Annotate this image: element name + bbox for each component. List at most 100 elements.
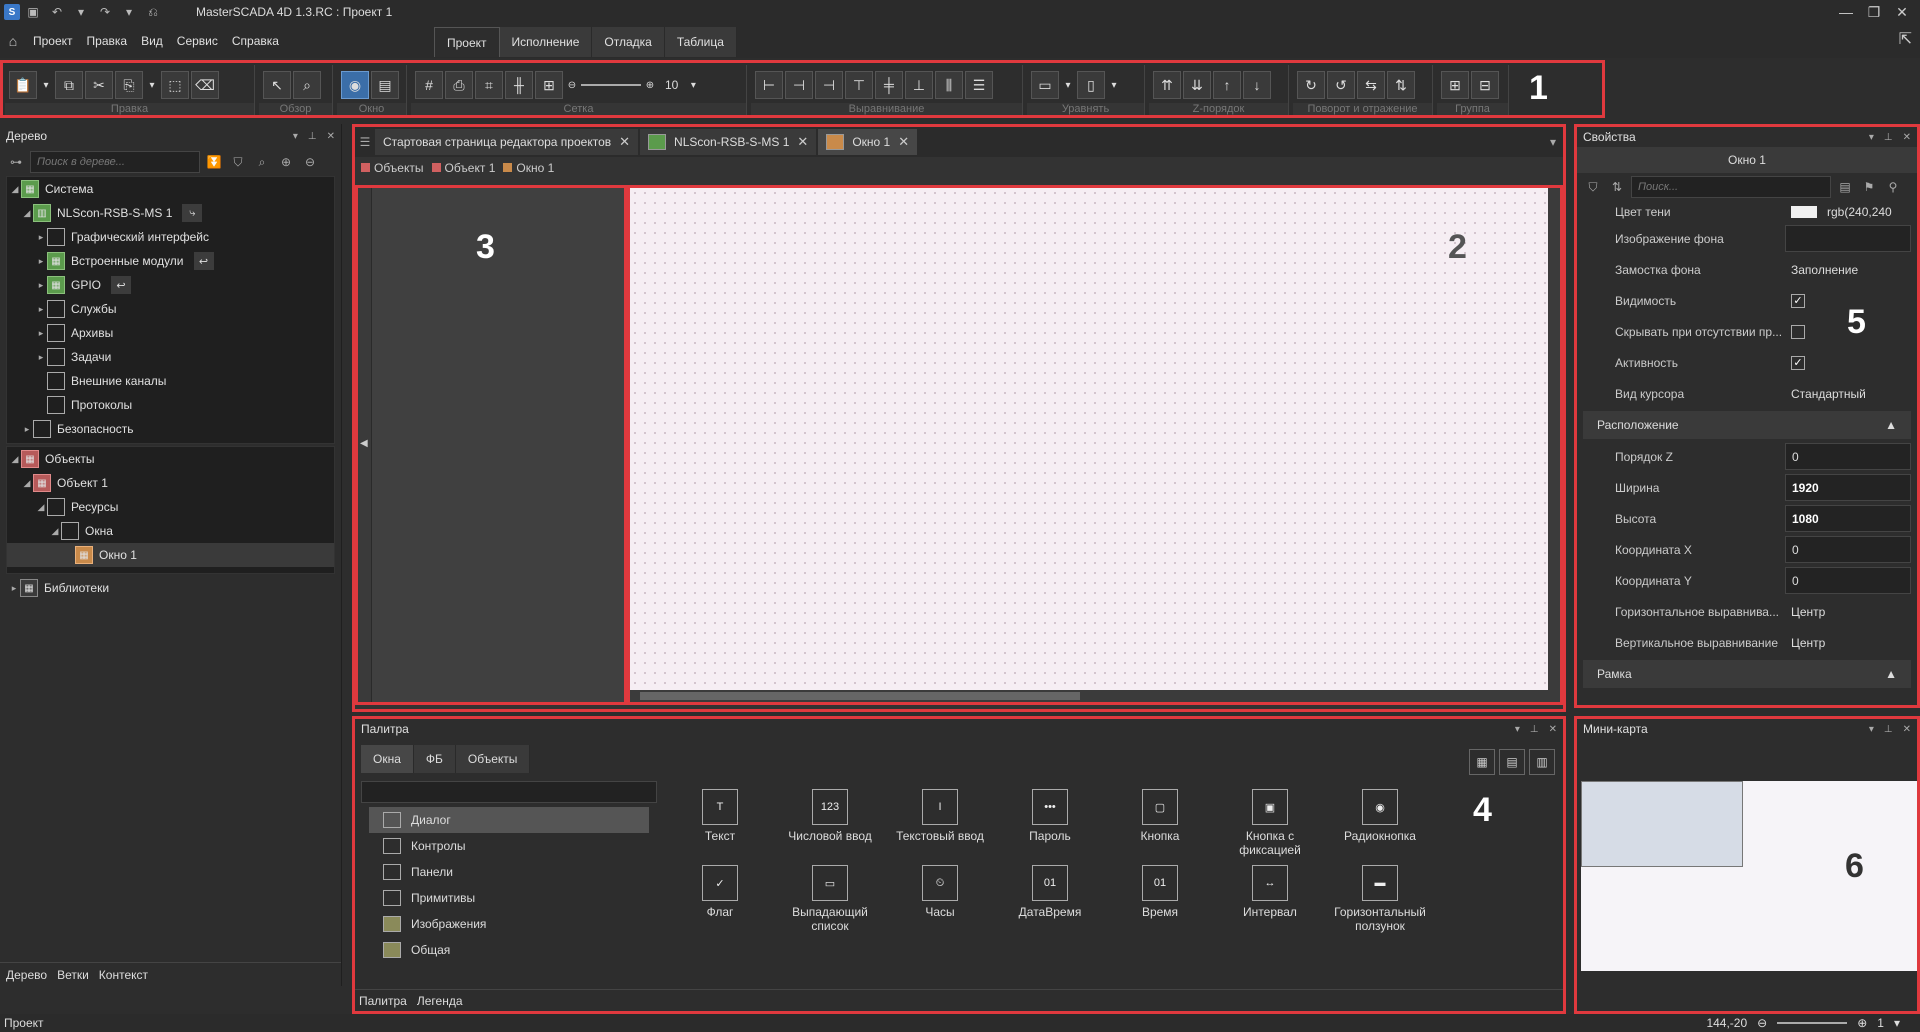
window-frame-icon[interactable]: ▤ [371, 71, 399, 99]
tree-node[interactable]: ◢ ▦ Объекты [7, 447, 334, 471]
filter-down-icon[interactable]: ⏬ [204, 152, 224, 172]
align-middle-icon[interactable]: ╪ [875, 71, 903, 99]
close-icon[interactable]: ✕ [1903, 132, 1911, 143]
bg-fill-value[interactable]: Заполнение [1785, 256, 1911, 283]
menu-help[interactable]: Справка [225, 34, 286, 48]
group-icon[interactable]: ⊞ [1441, 71, 1469, 99]
zoom-icon[interactable]: ⌕ [293, 71, 321, 99]
eye-icon[interactable]: ◉ [341, 71, 369, 99]
minimap-canvas[interactable]: 6 [1581, 781, 1917, 971]
tree-node[interactable]: Протоколы [7, 393, 334, 417]
crumb-object[interactable]: Объект 1 [431, 161, 495, 175]
save-icon[interactable]: ▣ [22, 2, 44, 22]
tree-search-input[interactable]: Поиск в дереве... [30, 151, 200, 173]
chevron-down-icon[interactable]: ▾ [145, 71, 159, 99]
list-item[interactable]: Примитивы [369, 885, 649, 911]
tab-legend[interactable]: Легенда [417, 994, 463, 1008]
tab-project[interactable]: Проект [434, 27, 500, 57]
zoom-in-icon[interactable]: ⊕ [643, 71, 657, 99]
palette-item-radio[interactable]: ◉ Радиокнопка [1325, 789, 1435, 857]
close-icon[interactable]: ✕ [1888, 0, 1916, 24]
tree-node[interactable]: ▸ Безопасность [7, 417, 334, 441]
tree-node[interactable]: ▸ ▦ Встроенные модули ↩ [7, 249, 334, 273]
align-center-icon[interactable]: ⊣ [785, 71, 813, 99]
same-height-icon[interactable]: ▭ [1031, 71, 1059, 99]
chevron-down-icon[interactable]: ▾ [1061, 71, 1075, 99]
tab-windows[interactable]: Окна [361, 745, 414, 773]
width-field[interactable]: 1920 [1785, 474, 1911, 501]
hide-checkbox[interactable] [1791, 324, 1805, 339]
grid-size-slider[interactable] [581, 84, 641, 86]
palette-item-datetime[interactable]: 01 ДатаВремя [995, 865, 1105, 933]
grid-lines-icon[interactable]: ╫ [505, 71, 533, 99]
tab-table[interactable]: Таблица [665, 27, 737, 57]
palette-item-clock[interactable]: ⏲ Часы [885, 865, 995, 933]
chevron-down-icon[interactable]: ▾ [686, 71, 700, 99]
design-canvas[interactable]: 2 [627, 185, 1563, 705]
menu-view[interactable]: Вид [134, 34, 170, 48]
tab-execution[interactable]: Исполнение [500, 27, 593, 57]
menu-project[interactable]: Проект [26, 34, 80, 48]
palette-item-flag[interactable]: ✓ Флаг [665, 865, 775, 933]
pin-icon[interactable]: ⊥ [308, 131, 317, 142]
rotate-icon[interactable]: ↻ [1297, 71, 1325, 99]
tree-node[interactable]: Внешние каналы [7, 369, 334, 393]
ungroup-icon[interactable]: ⊟ [1471, 71, 1499, 99]
v-align-value[interactable]: Центр [1785, 629, 1911, 656]
filter-icon[interactable]: ⛉ [1583, 177, 1603, 197]
chevron-down-icon[interactable]: ▾ [118, 2, 140, 22]
close-icon[interactable]: ✕ [898, 134, 909, 150]
chevron-down-icon[interactable]: ▾ [1515, 724, 1520, 735]
table-view-icon[interactable]: ▤ [1499, 749, 1525, 775]
pin-icon[interactable]: ⊥ [1884, 724, 1893, 735]
pin-icon[interactable]: ⊥ [1884, 132, 1893, 143]
grid-print-icon[interactable]: ⎙ [445, 71, 473, 99]
list-item[interactable]: Изображения [369, 911, 649, 937]
vertical-scrollbar[interactable] [1548, 188, 1560, 702]
tab-objects[interactable]: Объекты [455, 745, 531, 773]
tab-list-icon[interactable]: ☰ [355, 132, 375, 152]
tree-node-selected[interactable]: ▦ Окно 1 [7, 543, 334, 567]
h-align-value[interactable]: Центр [1785, 598, 1911, 625]
collapse-icon[interactable]: ▲ [1885, 667, 1897, 681]
x-field[interactable]: 0 [1785, 536, 1911, 563]
collapse-icon[interactable]: ▲ [1885, 418, 1897, 432]
flag-icon[interactable]: ⚑ [1859, 177, 1879, 197]
list-item[interactable]: Панели [369, 859, 649, 885]
tab-debug[interactable]: Отладка [592, 27, 665, 57]
zoom-in-icon[interactable]: ⊕ [1857, 1016, 1867, 1030]
distribute-h-icon[interactable]: ⫼ [935, 71, 963, 99]
tab-window[interactable]: Окно 1 ✕ [818, 129, 918, 155]
list-icon[interactable]: ▤ [1835, 177, 1855, 197]
bring-front-icon[interactable]: ⇈ [1153, 71, 1181, 99]
zoom-slider[interactable] [1777, 1022, 1848, 1024]
tab-context[interactable]: Контекст [99, 968, 148, 982]
minimap-viewport[interactable] [1581, 781, 1743, 867]
section-location[interactable]: Расположение ▲ [1583, 411, 1911, 439]
pointer-icon[interactable]: ↖ [263, 71, 291, 99]
palette-item-time[interactable]: 01 Время [1105, 865, 1215, 933]
tabs-dropdown-icon[interactable]: ▾ [1543, 132, 1563, 152]
align-right-icon[interactable]: ⊣ [815, 71, 843, 99]
tree-node[interactable]: ▸ Службы [7, 297, 334, 321]
redo-icon[interactable]: ↷ [94, 2, 116, 22]
grid-view-icon[interactable]: ▦ [1469, 749, 1495, 775]
sort-icon[interactable]: ⇅ [1607, 177, 1627, 197]
pin-icon[interactable]: ⊥ [1530, 724, 1539, 735]
zoom-out-icon[interactable]: ⊖ [1757, 1016, 1767, 1030]
collapse-arrow-icon[interactable]: ◀ [360, 438, 368, 449]
tab-start-page[interactable]: Стартовая страница редактора проектов ✕ [375, 129, 639, 155]
close-icon[interactable]: ✕ [327, 131, 335, 142]
column-view-icon[interactable]: ▥ [1529, 749, 1555, 775]
palette-item-button[interactable]: ▢ Кнопка [1105, 789, 1215, 857]
palette-item-password[interactable]: ••• Пароль [995, 789, 1105, 857]
flip-h-icon[interactable]: ⇆ [1357, 71, 1385, 99]
undo-icon[interactable]: ↶ [46, 2, 68, 22]
chevron-down-icon[interactable]: ▾ [1869, 724, 1874, 735]
tree-node[interactable]: ▸ Архивы [7, 321, 334, 345]
palette-item-hslider[interactable]: ▬ Горизонтальный ползунок [1325, 865, 1435, 933]
paste-icon[interactable]: 📋 [9, 71, 37, 99]
align-top-icon[interactable]: ⊤ [845, 71, 873, 99]
crumb-window[interactable]: Окно 1 [503, 161, 554, 175]
chevron-down-icon[interactable]: ▾ [293, 131, 298, 142]
